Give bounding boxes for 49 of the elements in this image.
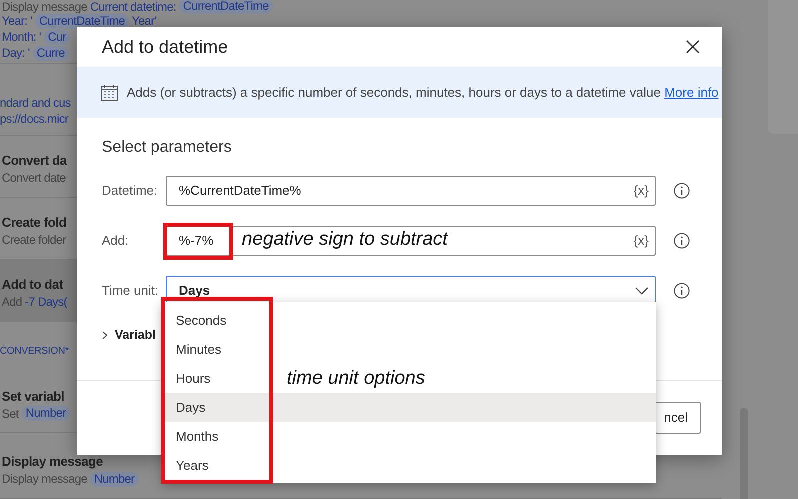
info-icon[interactable] — [674, 233, 690, 249]
info-icon[interactable] — [674, 183, 690, 199]
label-text: Create folder — [2, 232, 66, 248]
info-icon[interactable] — [674, 283, 690, 299]
label-text: Add — [2, 294, 22, 310]
label-text: Display message — [2, 471, 88, 488]
dialog-title: Add to datetime — [102, 36, 228, 58]
section-heading: Select parameters — [102, 138, 233, 158]
link-text: Day: ' — [2, 45, 30, 62]
more-info-link[interactable]: More info — [664, 84, 719, 100]
region-label: CONVERSION* — [0, 344, 69, 359]
calendar-icon — [101, 84, 118, 100]
variable-tag: Number — [90, 472, 139, 487]
description-text: Adds (or subtracts) a specific number of seconds, minutes, hours or days to a datetime value More info — [127, 84, 719, 102]
field-label: Add: — [102, 232, 130, 250]
variable-button[interactable]: {x} — [634, 231, 649, 251]
annotation-text: time unit options — [287, 367, 426, 391]
action-title: Add to dat — [2, 276, 64, 294]
variable-tag: Number — [22, 406, 70, 422]
action-title: Display message — [2, 453, 104, 472]
variable-button[interactable]: {x} — [634, 181, 649, 201]
link-text: Month: ' — [2, 29, 42, 46]
chevron-icon — [102, 330, 108, 340]
label-text: Convert date — [2, 170, 66, 186]
action-title: Convert da — [2, 152, 67, 170]
text-field[interactable]: %CurrentDateTime% {x} — [166, 176, 656, 206]
label-text: Set — [2, 406, 19, 422]
variable-tag: Cur — [44, 30, 70, 44]
label-text: Display message — [2, 0, 88, 16]
variable-tag: Curre — [32, 46, 69, 60]
comment-text: ndard and cus — [0, 94, 72, 111]
link-text: Current datetime: — [90, 0, 176, 16]
chevron-icon — [635, 287, 649, 295]
highlight-box — [163, 223, 233, 260]
link-text: Year: ' — [2, 14, 32, 30]
cancel-button[interactable]: ncel — [655, 402, 701, 434]
link-text: -7 Days( — [25, 294, 68, 310]
field-label: Datetime: — [102, 182, 159, 200]
action-title: Create fold — [2, 214, 67, 232]
close-icon[interactable] — [686, 40, 700, 54]
variable-tag: CurrentDateTime — [35, 14, 129, 28]
action-title: Set variabl — [2, 388, 64, 406]
link-text: Year' — [132, 13, 157, 30]
annotation-text: negative sign to subtract — [242, 228, 448, 252]
dropdown-option[interactable]: Days — [162, 393, 656, 422]
comment-text: ps://docs.micr — [0, 110, 70, 127]
variables-toggle[interactable]: Variabl — [102, 326, 156, 345]
variable-tag: CurrentDateTime — [179, 0, 273, 14]
field-label: Time unit: — [102, 282, 160, 300]
